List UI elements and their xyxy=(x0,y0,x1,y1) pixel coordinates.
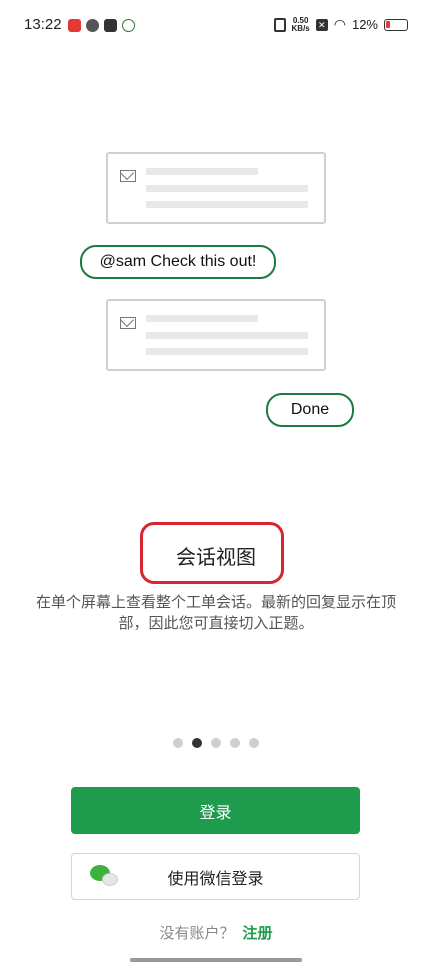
wifi-icon: ◠ xyxy=(333,16,346,32)
battery-icon xyxy=(384,18,408,31)
sim-off-icon: ✕ xyxy=(315,18,328,31)
status-right: 0.50 KB/s ✕ ◠ 12% xyxy=(273,16,408,33)
status-time: 13:22 xyxy=(24,16,62,33)
page-indicator xyxy=(0,738,432,748)
chat-bubble-done: Done xyxy=(266,393,354,427)
page-dot[interactable] xyxy=(230,738,240,748)
placeholder-line xyxy=(146,168,258,175)
notification-app-icon xyxy=(86,19,99,32)
onboarding-title: 会话视图 xyxy=(176,545,256,569)
page-dot-active[interactable] xyxy=(192,738,202,748)
ticket-card xyxy=(106,152,326,224)
placeholder-line xyxy=(146,348,308,355)
placeholder-line xyxy=(146,185,308,192)
ticket-card xyxy=(106,299,326,371)
mail-icon xyxy=(120,317,136,329)
chat-bubble-mention: @sam Check this out! xyxy=(80,245,276,279)
placeholder-line xyxy=(146,201,308,208)
network-speed: 0.50 KB/s xyxy=(291,16,310,33)
vibrate-icon xyxy=(273,17,286,32)
battery-percent: 12% xyxy=(351,17,378,32)
wechat-login-button[interactable]: 使用微信登录 xyxy=(71,853,360,900)
placeholder-line xyxy=(146,332,308,339)
onboarding-description: 在单个屏幕上查看整个工单会话。最新的回复显示在顶部，因此您可直接切入正题。 xyxy=(35,593,396,632)
notification-app-icon xyxy=(122,19,135,32)
no-account-text: 没有账户？ xyxy=(159,924,235,942)
page-dot[interactable] xyxy=(249,738,259,748)
placeholder-line xyxy=(146,315,258,322)
home-indicator[interactable] xyxy=(130,958,302,962)
network-speed-unit: KB/s xyxy=(291,23,310,33)
notification-app-icon xyxy=(68,19,81,32)
wechat-login-label: 使用微信登录 xyxy=(167,870,264,888)
page-dot[interactable] xyxy=(173,738,183,748)
mail-icon xyxy=(120,170,136,182)
wechat-icon xyxy=(90,865,120,889)
status-bar: 13:22 0.50 KB/s ✕ ◠ 12% xyxy=(0,0,432,52)
page-dot[interactable] xyxy=(211,738,221,748)
login-button[interactable]: 登录 xyxy=(71,787,360,834)
notification-app-icon xyxy=(104,19,117,32)
signup-row: 没有账户？ 注册 xyxy=(0,922,432,943)
signup-link[interactable]: 注册 xyxy=(243,924,273,942)
